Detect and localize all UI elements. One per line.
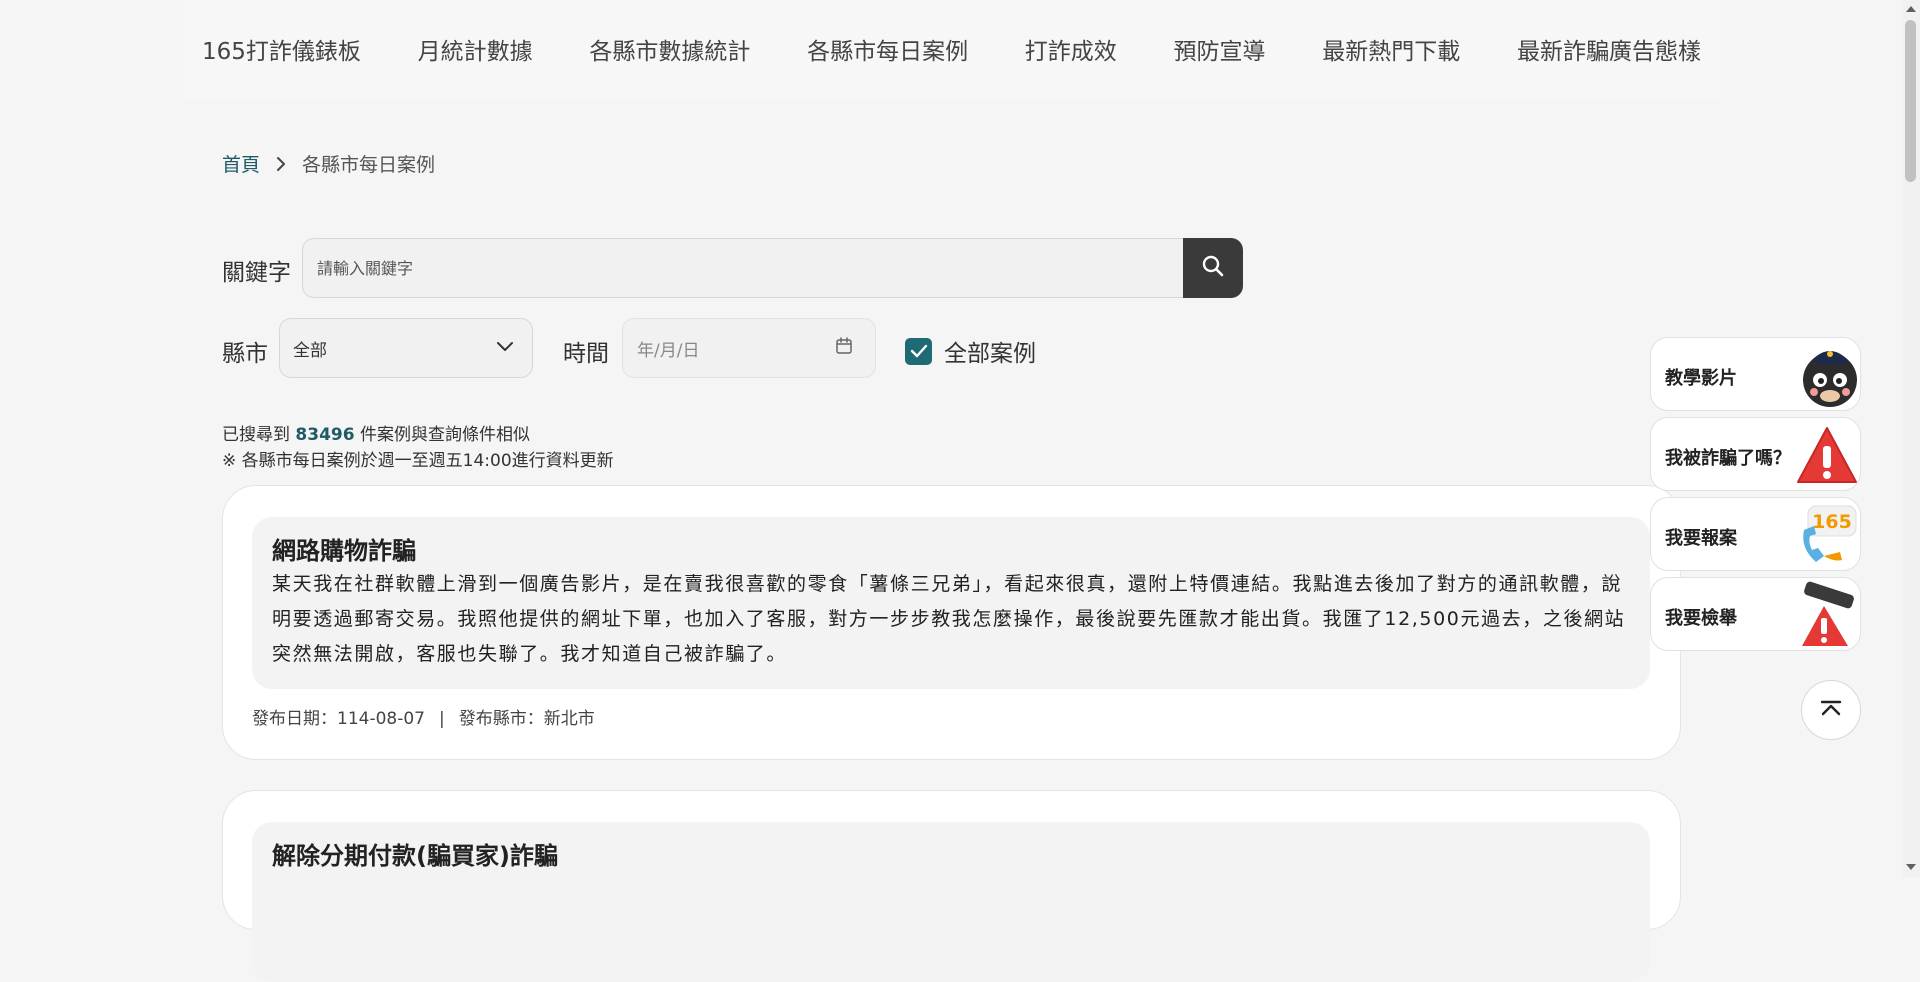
case-content: 解除分期付款(騙買家)詐騙 — [252, 822, 1650, 982]
badge-165-text: 165 — [1812, 511, 1852, 533]
nav-item-prevention[interactable]: 預防宣導 — [1174, 32, 1266, 66]
side-button-label: 我要報案 — [1665, 528, 1737, 549]
scroll-up-arrow[interactable] — [1906, 6, 1916, 12]
nav-item-dashboard[interactable]: 165打詐儀錶板 — [202, 32, 361, 66]
meta-separator: | — [438, 709, 445, 729]
case-meta: 發布日期：114-08-07 | 發布縣市：新北市 — [252, 704, 595, 729]
warning-triangle-icon — [1794, 420, 1860, 490]
calendar-icon — [835, 336, 853, 360]
breadcrumb-current: 各縣市每日案例 — [302, 154, 436, 176]
case-card[interactable]: 解除分期付款(騙買家)詐騙 — [222, 790, 1681, 982]
back-to-top-button[interactable] — [1801, 680, 1861, 740]
county-label: 縣市 — [222, 341, 268, 367]
county-select[interactable]: 全部 — [279, 318, 533, 378]
results-summary: 已搜尋到 83496 件案例與查詢條件相似 — [222, 420, 530, 445]
search-icon — [1201, 254, 1225, 282]
case-county: 發布縣市：新北市 — [458, 709, 595, 729]
results-suffix: 件案例與查詢條件相似 — [359, 425, 530, 445]
phone-165-icon: 165 — [1794, 500, 1860, 570]
chevron-up-icon — [1819, 700, 1843, 720]
side-button-tutorial-video[interactable]: 教學影片 — [1650, 337, 1861, 411]
side-button-label: 教學影片 — [1665, 368, 1737, 389]
side-button-was-i-scammed[interactable]: 我被詐騙了嗎？ — [1650, 417, 1861, 491]
county-select-value: 全部 — [293, 340, 327, 361]
results-count: 83496 — [295, 425, 355, 445]
report-warning-icon — [1794, 580, 1860, 650]
keyword-label: 關鍵字 — [222, 260, 291, 286]
checkmark-icon — [910, 344, 927, 358]
scroll-down-arrow[interactable] — [1906, 864, 1916, 870]
nav-item-ad-patterns[interactable]: 最新詐騙廣告態樣 — [1517, 32, 1701, 66]
all-cases-checkbox[interactable] — [905, 337, 932, 365]
all-cases-label: 全部案例 — [944, 341, 1036, 367]
breadcrumb: 首頁 各縣市每日案例 — [222, 150, 435, 177]
nav-item-monthly-stats[interactable]: 月統計數據 — [418, 32, 533, 66]
chevron-down-icon — [496, 338, 514, 358]
side-button-label: 我被詐騙了嗎？ — [1665, 448, 1791, 469]
mascot-icon — [1794, 340, 1860, 410]
results-prefix: 已搜尋到 — [222, 425, 290, 445]
chevron-right-icon — [276, 156, 286, 172]
date-placeholder: 年/月/日 — [637, 340, 700, 361]
case-date: 發布日期：114-08-07 — [252, 709, 425, 729]
top-nav: 165打詐儀錶板 月統計數據 各縣市數據統計 各縣市每日案例 打詐成效 預防宣導… — [183, 0, 1721, 98]
nav-item-results[interactable]: 打詐成效 — [1025, 32, 1117, 66]
breadcrumb-home-link[interactable]: 首頁 — [222, 150, 260, 177]
nav-item-downloads[interactable]: 最新熱門下載 — [1322, 32, 1460, 66]
nav-item-county-stats[interactable]: 各縣市數據統計 — [589, 32, 750, 66]
update-note: ※ 各縣市每日案例於週一至週五14:00進行資料更新 — [222, 451, 614, 471]
side-button-tip-off[interactable]: 我要檢舉 — [1650, 577, 1861, 651]
case-body: 某天我在社群軟體上滑到一個廣告影片，是在賣我很喜歡的零食「薯條三兄弟」，看起來很… — [272, 573, 1626, 665]
case-card[interactable]: 網路購物詐騙 某天我在社群軟體上滑到一個廣告影片，是在賣我很喜歡的零食「薯條三兄… — [222, 485, 1681, 760]
case-content: 網路購物詐騙 某天我在社群軟體上滑到一個廣告影片，是在賣我很喜歡的零食「薯條三兄… — [252, 517, 1650, 689]
side-button-report-case[interactable]: 我要報案 165 — [1650, 497, 1861, 571]
keyword-input[interactable] — [302, 238, 1184, 298]
case-title: 解除分期付款(騙買家)詐騙 — [272, 842, 558, 870]
search-button[interactable] — [1183, 238, 1243, 298]
time-label: 時間 — [563, 341, 609, 367]
all-cases-toggle[interactable]: 全部案例 — [905, 334, 1036, 368]
date-input[interactable]: 年/月/日 — [622, 318, 876, 378]
scrollbar-thumb[interactable] — [1905, 20, 1916, 182]
case-title: 網路購物詐騙 — [272, 537, 416, 565]
nav-item-county-daily-cases[interactable]: 各縣市每日案例 — [807, 32, 968, 66]
side-button-label: 我要檢舉 — [1665, 608, 1737, 629]
